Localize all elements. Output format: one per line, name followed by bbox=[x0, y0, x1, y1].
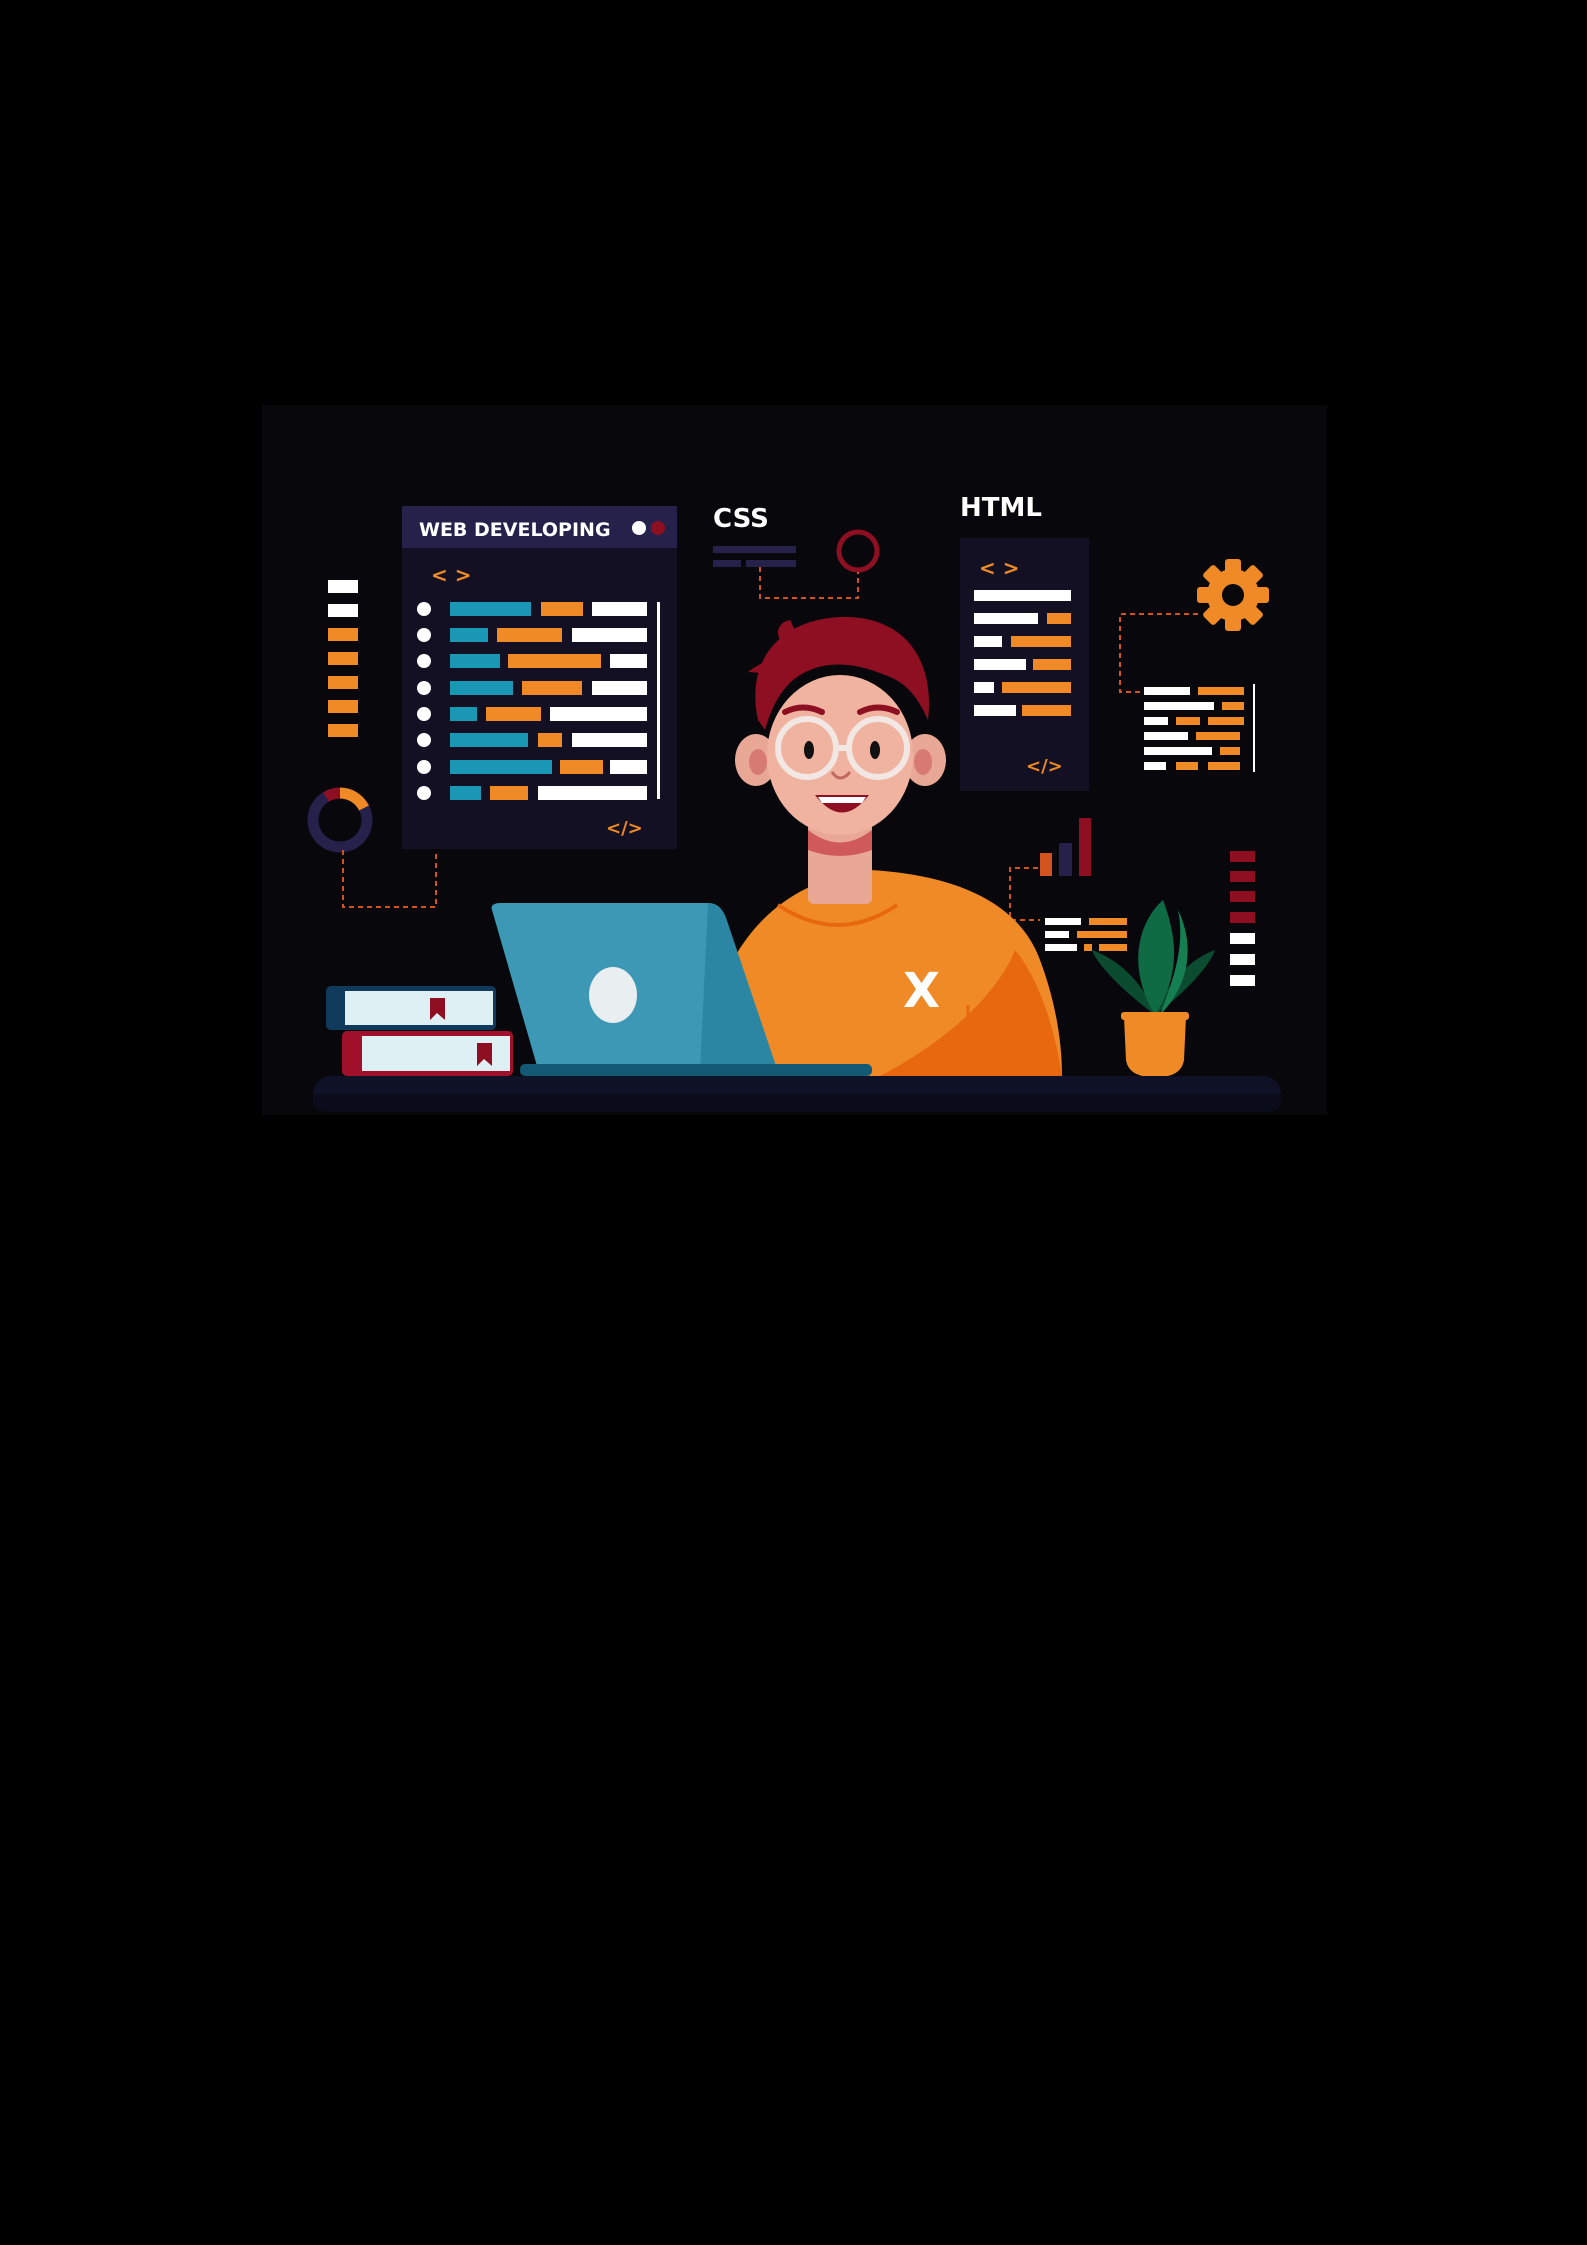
plant-pot bbox=[1124, 1017, 1186, 1077]
panel-open-tag: < > bbox=[431, 563, 471, 587]
panel-title: WEB DEVELOPING bbox=[419, 519, 611, 541]
css-label: CSS bbox=[713, 504, 769, 534]
panel-scrollbar bbox=[657, 602, 660, 799]
css-line-2 bbox=[713, 560, 741, 567]
scene: WEB DEVELOPING < > </> CSS HTML < > </> … bbox=[262, 405, 1327, 1115]
panel-dot-white bbox=[632, 521, 646, 535]
panel-close-tag: </> bbox=[606, 818, 643, 839]
laptop-logo bbox=[589, 967, 637, 1023]
panel-dot-red bbox=[651, 521, 665, 535]
book-stack bbox=[326, 986, 513, 1076]
gear-icon bbox=[1197, 559, 1269, 631]
html-open-tag: < > bbox=[979, 556, 1019, 580]
html-label: HTML bbox=[960, 493, 1042, 523]
html-card: < > </> bbox=[960, 538, 1089, 791]
css-line-1 bbox=[713, 546, 796, 553]
css-line-3 bbox=[746, 560, 796, 567]
shirt-letter: X bbox=[903, 963, 940, 1019]
laptop-base bbox=[520, 1064, 872, 1076]
html-close-tag: </> bbox=[1026, 756, 1063, 777]
web-developing-panel: WEB DEVELOPING < > </> bbox=[402, 506, 677, 849]
